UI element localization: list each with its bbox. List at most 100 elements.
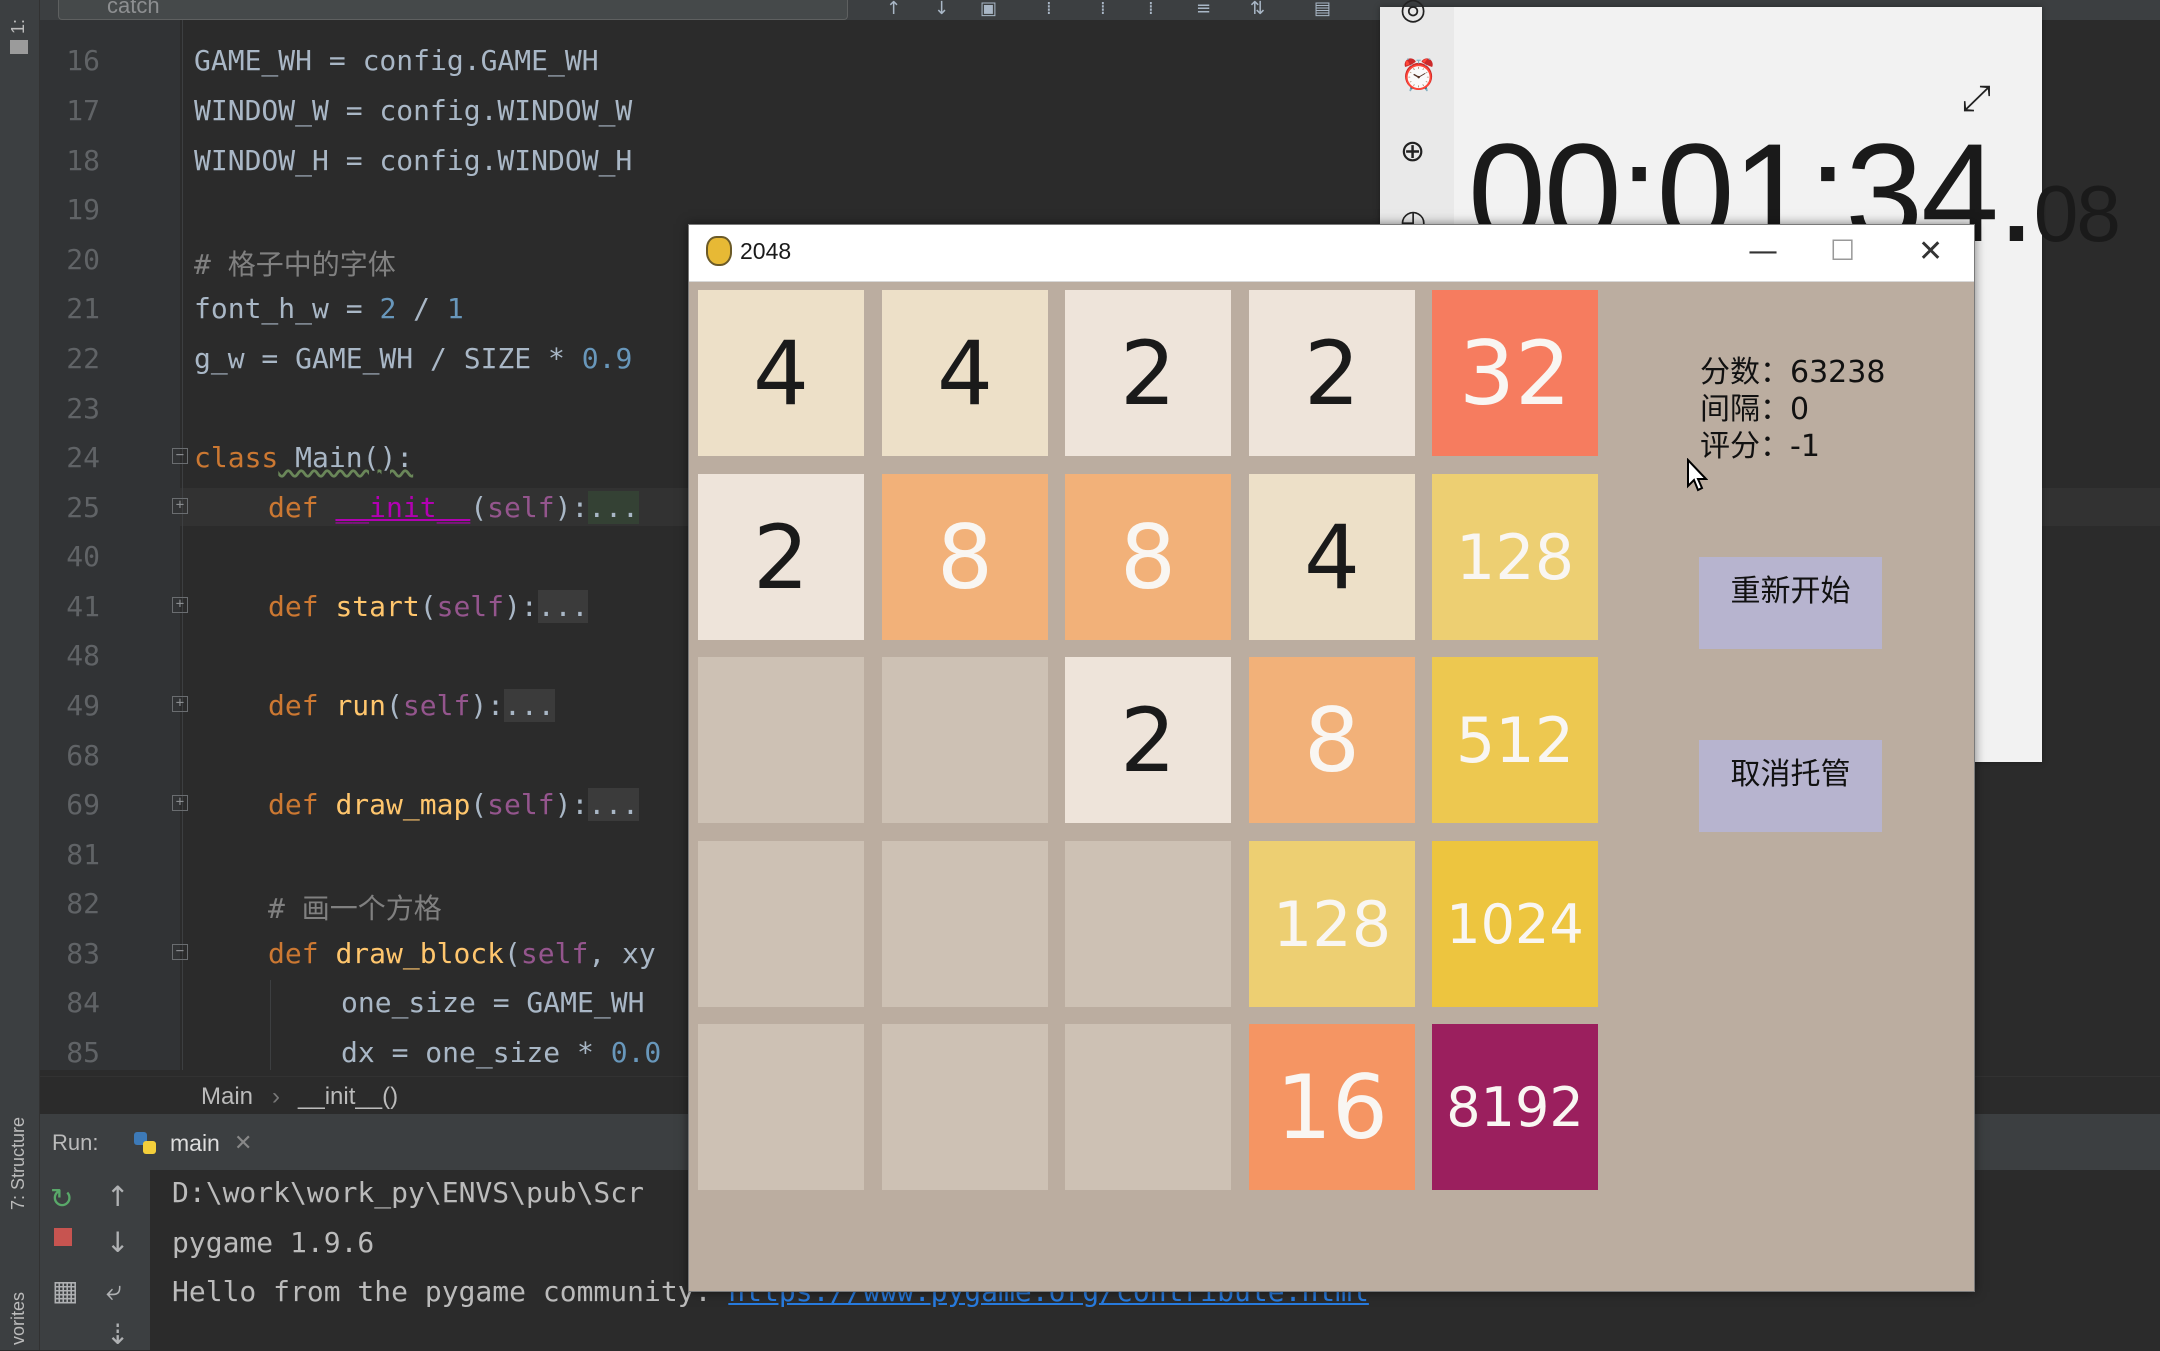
code-line: GAME_WH = config.GAME_WH (194, 44, 599, 77)
tile-4: 4 (698, 290, 864, 456)
line-number: 24 (66, 441, 100, 474)
code-line: WINDOW_W = config.WINDOW_W (194, 94, 632, 127)
code-function: start (335, 590, 420, 623)
game-title: 2048 (740, 238, 792, 264)
words-icon[interactable]: ⁞ (1148, 0, 1154, 18)
run-tab-label: main (170, 1130, 220, 1156)
tile-8: 8 (1065, 474, 1231, 640)
line-number: 25 (66, 491, 100, 524)
line-number: 69 (66, 788, 100, 821)
line-number: 84 (66, 986, 100, 1019)
cancel-auto-button[interactable]: 取消托管 (1699, 740, 1882, 832)
pygame-icon (706, 236, 732, 266)
soft-wrap-icon[interactable]: ⤶ (106, 1274, 122, 1308)
sort-icon[interactable]: ⇅ (1250, 0, 1265, 18)
layout-icon[interactable]: ▦ (52, 1274, 78, 1307)
code-text: ( (470, 788, 488, 821)
code-text: font_h_w = (194, 292, 380, 325)
stop-icon[interactable] (54, 1228, 72, 1246)
expand-fold-icon[interactable]: + (172, 795, 188, 811)
world-clock-icon[interactable]: ⊕ (1400, 134, 1425, 169)
code-function: draw_map (335, 788, 471, 821)
tile-empty (698, 657, 864, 823)
expand-fold-icon[interactable]: + (172, 498, 188, 514)
ide-left-toolbar: 1: 7: Structure vorites (0, 0, 40, 1350)
tile-1024: 1024 (1432, 841, 1598, 1007)
game-titlebar[interactable] (689, 225, 1974, 282)
tile-4: 4 (882, 290, 1048, 456)
down-arrow-icon[interactable]: ↓ (934, 0, 949, 18)
restart-button[interactable]: 重新开始 (1699, 557, 1882, 649)
code-keyword: def (268, 788, 319, 821)
folder-icon[interactable] (10, 40, 28, 54)
up-arrow-icon[interactable]: ↑ (106, 1180, 129, 1213)
code-keyword: def (268, 590, 319, 623)
maximize-button[interactable]: ☐ (1830, 234, 1855, 267)
up-arrow-icon[interactable]: ↑ (886, 0, 901, 18)
folded-code[interactable]: ... (588, 788, 639, 821)
settings-icon[interactable]: ▤ (1314, 0, 1331, 18)
folded-code[interactable]: ... (537, 590, 589, 623)
project-tab[interactable]: 1: (8, 19, 29, 34)
code-text: ( (470, 491, 488, 524)
expand-fold-icon[interactable]: + (172, 597, 188, 613)
search-input[interactable]: catch (58, 0, 848, 20)
code-text: ( (419, 590, 437, 623)
tile-2: 2 (1065, 290, 1231, 456)
line-number: 85 (66, 1036, 100, 1069)
line-number: 41 (66, 590, 100, 623)
favorites-tab[interactable]: vorites (8, 1292, 29, 1345)
line-number: 17 (66, 94, 100, 127)
expand-fold-icon[interactable]: + (172, 696, 188, 712)
code-text: Main(): (278, 441, 414, 474)
code-comment: # 画一个方格 (268, 892, 442, 925)
line-number: 48 (66, 639, 100, 672)
scroll-end-icon[interactable]: ⇣ (106, 1318, 129, 1351)
tile-empty (882, 1024, 1048, 1190)
code-number: 1 (446, 292, 464, 325)
code-text: ): (554, 491, 589, 524)
regex-icon[interactable]: ≡ (1196, 0, 1211, 18)
match-case-icon[interactable]: ⁞ (1100, 0, 1106, 18)
code-text: WINDOW_H = config.WINDOW_H (194, 144, 633, 177)
folded-code[interactable]: ... (588, 491, 639, 524)
code-line: # 格子中的字体 (194, 243, 396, 283)
code-text: WINDOW_W = config.WINDOW_W (194, 94, 633, 127)
tile-512: 512 (1432, 657, 1598, 823)
fold-marker[interactable]: − (172, 944, 188, 960)
select-all-icon[interactable]: ▣ (980, 0, 997, 18)
tile-8: 8 (1249, 657, 1415, 823)
code-text: ): (554, 788, 589, 821)
line-number: 19 (66, 193, 100, 226)
code-line: def draw_map(self):... (268, 788, 639, 821)
alarm-icon[interactable]: ⏰ (1400, 58, 1437, 93)
code-keyword: def (268, 491, 319, 524)
tile-empty (882, 657, 1048, 823)
folded-code[interactable]: ... (504, 689, 555, 722)
fold-marker[interactable]: − (172, 448, 188, 464)
indent-guide (182, 20, 183, 1070)
close-icon[interactable]: ✕ (234, 1130, 252, 1156)
code-text: ): (504, 590, 538, 623)
code-line: # 画一个方格 (268, 887, 442, 927)
breadcrumb-item[interactable]: __init__() (298, 1083, 398, 1111)
console-text: Hello from the pygame community. (172, 1275, 729, 1308)
code-self: self (402, 689, 471, 722)
code-text: ): (470, 689, 505, 722)
close-button[interactable]: ✕ (1918, 234, 1943, 269)
code-text: one_size = GAME_WH (341, 986, 645, 1019)
structure-tab[interactable]: 7: Structure (8, 1117, 29, 1210)
code-self: self (436, 590, 505, 623)
code-text: g_w = GAME_WH / SIZE * (194, 342, 582, 375)
search-text: catch (107, 0, 160, 18)
filter-icon[interactable]: ⁞ (1046, 0, 1052, 18)
stopwatch-ms: 08 (2033, 169, 2121, 258)
breadcrumb-item[interactable]: Main (201, 1083, 253, 1111)
code-function: run (335, 689, 387, 722)
code-line: def start(self):... (268, 590, 589, 623)
minimize-button[interactable]: — (1748, 234, 1778, 269)
timer-icon[interactable]: ◎ (1400, 0, 1426, 27)
rerun-icon[interactable]: ↻ (50, 1182, 73, 1215)
code-line: def draw_block(self, xy (268, 937, 656, 970)
down-arrow-icon[interactable]: ↓ (106, 1226, 129, 1259)
